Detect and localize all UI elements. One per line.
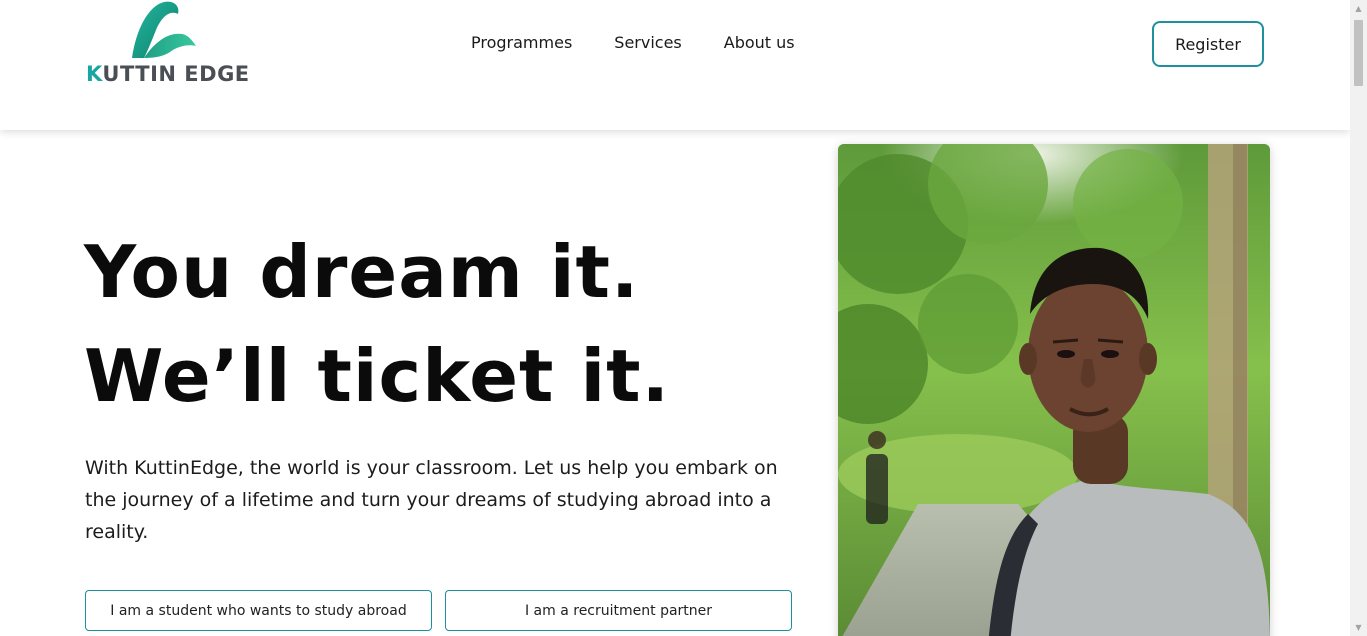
recruitment-partner-cta-button[interactable]: I am a recruitment partner <box>445 590 792 631</box>
brand-logo[interactable]: KUTTIN EDGE <box>86 0 256 92</box>
nav-programmes[interactable]: Programmes <box>471 32 572 54</box>
scroll-down-arrow-icon[interactable]: ▼ <box>1350 619 1367 636</box>
site-header: KUTTIN EDGE Programmes Services About us… <box>0 0 1350 130</box>
student-cta-button[interactable]: I am a student who wants to study abroad <box>85 590 432 631</box>
nav-about-us[interactable]: About us <box>724 32 795 54</box>
student-photo-illustration <box>838 144 1270 636</box>
register-button[interactable]: Register <box>1152 21 1264 67</box>
hero-heading-line-2: We’ll ticket it. <box>84 334 670 418</box>
hero-heading-line-1: You dream it. <box>84 230 640 314</box>
brand-name: KUTTIN EDGE <box>86 62 250 86</box>
page-scrollbar[interactable]: ▲ ▼ <box>1350 0 1367 636</box>
hero-description: With KuttinEdge, the world is your class… <box>85 457 778 543</box>
main-nav: Programmes Services About us <box>471 32 795 54</box>
kuttin-edge-logo-icon <box>132 1 196 59</box>
student-photo <box>838 144 1270 636</box>
scroll-up-arrow-icon[interactable]: ▲ <box>1350 0 1367 17</box>
hero-heading: You dream it. We’ll ticket it. <box>84 220 670 428</box>
scrollbar-thumb[interactable] <box>1354 20 1363 86</box>
nav-services[interactable]: Services <box>614 32 681 54</box>
